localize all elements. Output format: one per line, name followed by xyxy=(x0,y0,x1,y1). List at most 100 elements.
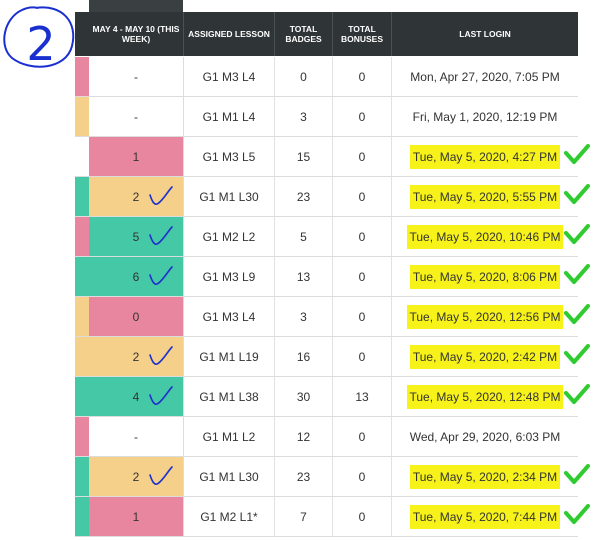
last-login: Tue, May 5, 2020, 10:46 PM xyxy=(392,217,578,256)
assigned-lesson: G1 M2 L2 xyxy=(184,217,275,256)
last-login: Tue, May 5, 2020, 12:48 PM xyxy=(392,377,578,416)
status-strip xyxy=(75,457,89,496)
week-count: 4 xyxy=(89,377,184,416)
last-login: Tue, May 5, 2020, 8:06 PM xyxy=(392,257,578,296)
total-badges: 13 xyxy=(275,257,333,296)
assigned-lesson: G1 M3 L4 xyxy=(184,297,275,336)
header-lesson[interactable]: ASSIGNED LESSON xyxy=(184,12,275,56)
table-row[interactable]: 1 G1 M3 L5 15 0 Tue, May 5, 2020, 4:27 PM xyxy=(75,137,578,177)
header-week[interactable]: MAY 4 - MAY 10 (THIS WEEK) xyxy=(89,12,184,56)
week-count: - xyxy=(89,417,184,456)
total-badges: 5 xyxy=(275,217,333,256)
header-tab xyxy=(89,0,183,12)
assigned-lesson: G1 M3 L4 xyxy=(184,57,275,96)
assigned-lesson: G1 M2 L1* xyxy=(184,497,275,536)
table-row[interactable]: 5 G1 M2 L2 5 0 Tue, May 5, 2020, 10:46 PM xyxy=(75,217,578,257)
assigned-lesson: G1 M3 L5 xyxy=(184,137,275,176)
header-badges[interactable]: TOTAL BADGES xyxy=(275,12,333,56)
status-strip xyxy=(75,257,89,296)
total-bonuses: 13 xyxy=(333,377,392,416)
assigned-lesson: G1 M1 L19 xyxy=(184,337,275,376)
circled-number: 2 xyxy=(3,6,75,71)
last-login: Tue, May 5, 2020, 7:44 PM xyxy=(392,497,578,536)
total-bonuses: 0 xyxy=(333,417,392,456)
total-badges: 3 xyxy=(275,97,333,136)
page: MAY 4 - MAY 10 (THIS WEEK) ASSIGNED LESS… xyxy=(0,0,607,540)
table-row[interactable]: 6 G1 M3 L9 13 0 Tue, May 5, 2020, 8:06 PM xyxy=(75,257,578,297)
status-strip xyxy=(75,97,89,136)
last-login-text: Tue, May 5, 2020, 12:48 PM xyxy=(406,384,564,409)
total-bonuses: 0 xyxy=(333,297,392,336)
status-strip xyxy=(75,217,89,256)
assigned-lesson: G1 M1 L4 xyxy=(184,97,275,136)
total-badges: 3 xyxy=(275,297,333,336)
table-row[interactable]: 2 G1 M1 L30 23 0 Tue, May 5, 2020, 2:34 PM xyxy=(75,457,578,497)
assigned-lesson: G1 M3 L9 xyxy=(184,257,275,296)
last-login: Tue, May 5, 2020, 2:42 PM xyxy=(392,337,578,376)
last-login-text: Tue, May 5, 2020, 2:34 PM xyxy=(409,464,561,489)
last-login-text: Tue, May 5, 2020, 5:55 PM xyxy=(409,184,561,209)
hand-drawn-circle xyxy=(3,6,75,68)
status-strip xyxy=(75,177,89,216)
last-login-text: Tue, May 5, 2020, 10:46 PM xyxy=(406,224,564,249)
header-bonuses[interactable]: TOTAL BONUSES xyxy=(333,12,392,56)
circled-number-text: 2 xyxy=(26,17,55,71)
table-row[interactable]: 2 G1 M1 L30 23 0 Tue, May 5, 2020, 5:55 PM xyxy=(75,177,578,217)
week-count: 1 xyxy=(89,497,184,536)
status-strip xyxy=(75,297,89,336)
table-row[interactable]: 1 G1 M2 L1* 7 0 Tue, May 5, 2020, 7:44 PM xyxy=(75,497,578,537)
total-badges: 15 xyxy=(275,137,333,176)
status-strip xyxy=(75,57,89,96)
week-count: 2 xyxy=(89,177,184,216)
last-login: Tue, May 5, 2020, 4:27 PM xyxy=(392,137,578,176)
last-login: Tue, May 5, 2020, 2:34 PM xyxy=(392,457,578,496)
total-bonuses: 0 xyxy=(333,497,392,536)
status-strip xyxy=(75,137,89,176)
last-login-text: Tue, May 5, 2020, 4:27 PM xyxy=(409,144,561,169)
status-strip xyxy=(75,417,89,456)
status-strip xyxy=(75,337,89,376)
last-login-text: Fri, May 1, 2020, 12:19 PM xyxy=(412,109,558,124)
total-bonuses: 0 xyxy=(333,57,392,96)
last-login: Mon, Apr 27, 2020, 7:05 PM xyxy=(392,57,578,96)
table-row[interactable]: 0 G1 M3 L4 3 0 Tue, May 5, 2020, 12:56 PM xyxy=(75,297,578,337)
last-login-text: Mon, Apr 27, 2020, 7:05 PM xyxy=(410,69,560,84)
table-row[interactable]: - G1 M1 L2 12 0 Wed, Apr 29, 2020, 6:03 PM xyxy=(75,417,578,457)
assigned-lesson: G1 M1 L30 xyxy=(184,457,275,496)
last-login: Wed, Apr 29, 2020, 6:03 PM xyxy=(392,417,578,456)
last-login-text: Wed, Apr 29, 2020, 6:03 PM xyxy=(409,429,561,444)
total-badges: 0 xyxy=(275,57,333,96)
week-count: 5 xyxy=(89,217,184,256)
assigned-lesson: G1 M1 L2 xyxy=(184,417,275,456)
status-strip xyxy=(75,497,89,536)
total-bonuses: 0 xyxy=(333,177,392,216)
assigned-lesson: G1 M1 L30 xyxy=(184,177,275,216)
week-count: 0 xyxy=(89,297,184,336)
total-badges: 16 xyxy=(275,337,333,376)
total-badges: 23 xyxy=(275,457,333,496)
assigned-lesson: G1 M1 L38 xyxy=(184,377,275,416)
week-count: 2 xyxy=(89,337,184,376)
total-bonuses: 0 xyxy=(333,457,392,496)
week-count: 6 xyxy=(89,257,184,296)
last-login-text: Tue, May 5, 2020, 2:42 PM xyxy=(409,344,561,369)
week-count: - xyxy=(89,97,184,136)
last-login-text: Tue, May 5, 2020, 7:44 PM xyxy=(409,504,561,529)
total-bonuses: 0 xyxy=(333,257,392,296)
table-row[interactable]: 2 G1 M1 L19 16 0 Tue, May 5, 2020, 2:42 PM xyxy=(75,337,578,377)
last-login: Tue, May 5, 2020, 5:55 PM xyxy=(392,177,578,216)
total-badges: 7 xyxy=(275,497,333,536)
week-count: - xyxy=(89,57,184,96)
total-bonuses: 0 xyxy=(333,337,392,376)
total-badges: 30 xyxy=(275,377,333,416)
table-row[interactable]: - G1 M3 L4 0 0 Mon, Apr 27, 2020, 7:05 PM xyxy=(75,57,578,97)
total-bonuses: 0 xyxy=(333,137,392,176)
header-last-login[interactable]: LAST LOGIN xyxy=(392,12,578,56)
total-bonuses: 0 xyxy=(333,217,392,256)
last-login: Tue, May 5, 2020, 12:56 PM xyxy=(392,297,578,336)
last-login-text: Tue, May 5, 2020, 12:56 PM xyxy=(406,304,564,329)
table-row[interactable]: - G1 M1 L4 3 0 Fri, May 1, 2020, 12:19 PM xyxy=(75,97,578,137)
week-count: 1 xyxy=(89,137,184,176)
table-row[interactable]: 4 G1 M1 L38 30 13 Tue, May 5, 2020, 12:48 PM xyxy=(75,377,578,417)
week-count: 2 xyxy=(89,457,184,496)
